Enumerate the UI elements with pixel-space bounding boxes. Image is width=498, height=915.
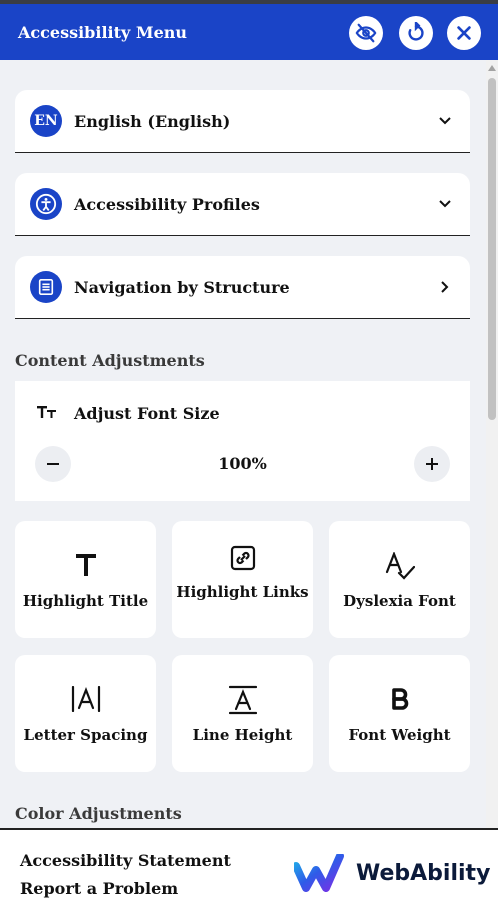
reset-button[interactable] [399,16,433,50]
language-selector[interactable]: EN English (English) [15,90,470,153]
line-height-label: Line Height [192,726,293,744]
link-icon [230,545,255,571]
menu-header: Accessibility Menu [0,4,498,60]
font-weight-label: Font Weight [348,726,451,744]
line-height-icon [228,685,257,715]
scrollbar-thumb[interactable] [488,78,496,420]
hide-icon [355,23,377,43]
title-t-icon [75,554,96,576]
navigation-structure-label: Navigation by Structure [74,277,290,297]
close-icon [457,26,471,40]
font-size-value: 100% [218,454,267,473]
highlight-title-tile[interactable]: Highlight Title [15,521,156,638]
chevron-down-icon [439,117,451,125]
letter-spacing-icon [71,686,100,712]
menu-scroll-area[interactable]: EN English (English) Accessibility Profi… [0,60,486,828]
letter-spacing-label: Letter Spacing [23,726,148,744]
accessibility-statement-link[interactable]: Accessibility Statement [20,851,231,870]
font-size-icon [37,406,56,418]
accessibility-profiles-row[interactable]: Accessibility Profiles [15,173,470,236]
language-label: English (English) [74,111,231,131]
dyslexia-font-tile[interactable]: Dyslexia Font [329,521,470,638]
webability-logo-text: WebAbility [356,860,491,886]
report-problem-link[interactable]: Report a Problem [20,879,178,898]
accessibility-person-icon [30,188,62,220]
line-height-tile[interactable]: Line Height [172,655,313,772]
menu-footer: Accessibility Statement Report a Problem… [0,828,498,915]
highlight-links-tile[interactable]: Highlight Links [172,521,313,638]
chevron-down-icon [439,200,451,208]
menu-title: Accessibility Menu [18,22,188,42]
highlight-links-label: Highlight Links [176,583,309,601]
highlight-title-label: Highlight Title [22,592,149,610]
navigation-by-structure-row[interactable]: Navigation by Structure [15,256,470,319]
accessibility-profiles-label: Accessibility Profiles [74,194,260,214]
language-badge: EN [30,105,62,137]
content-adjustments-heading: Content Adjustments [15,351,205,370]
letter-spacing-tile[interactable]: Letter Spacing [15,655,156,772]
adjust-font-size-label: Adjust Font Size [74,404,220,423]
font-weight-tile[interactable]: Font Weight [329,655,470,772]
vertical-scrollbar[interactable] [486,60,498,828]
webability-logo-mark-icon [294,854,344,892]
dyslexia-font-label: Dyslexia Font [343,592,456,610]
structure-list-icon [30,271,62,303]
adjust-font-size-card: Adjust Font Size 100% [15,381,470,501]
chevron-right-icon [441,281,449,293]
close-button[interactable] [447,16,481,50]
webability-logo[interactable]: WebAbility [294,854,490,892]
color-adjustments-heading: Color Adjustments [15,804,182,823]
dyslexia-font-icon [385,552,415,580]
bold-icon [391,688,408,710]
plus-icon [426,458,438,470]
increase-font-button[interactable] [414,446,450,482]
reset-icon [408,22,424,41]
hide-interface-button[interactable] [349,16,383,50]
scroll-up-arrow-icon[interactable] [488,65,496,71]
